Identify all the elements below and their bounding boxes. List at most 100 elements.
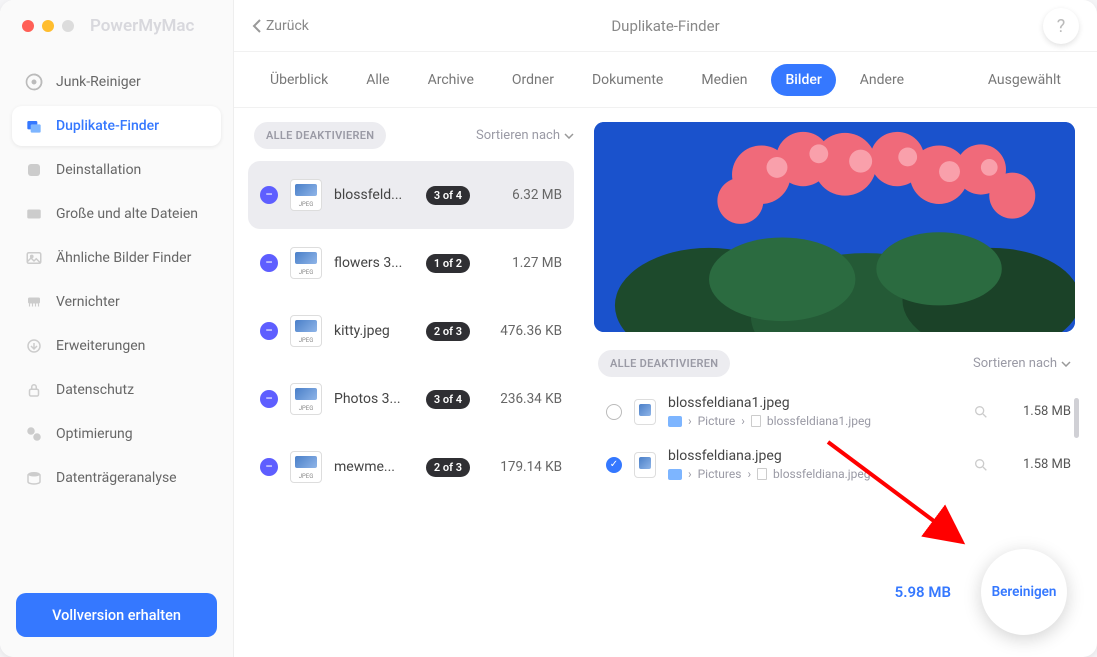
group-size: 476.36 KB <box>482 323 562 339</box>
optimize-icon <box>24 424 44 444</box>
deselect-icon[interactable]: − <box>260 458 278 476</box>
disk-icon <box>24 468 44 488</box>
count-badge: 3 of 4 <box>426 186 470 205</box>
sort-button[interactable]: Sortieren nach <box>973 356 1071 371</box>
group-size: 179.14 KB <box>482 459 562 475</box>
file-name: blossfeldiana1.jpeg <box>668 395 961 411</box>
back-label: Zurück <box>266 18 309 34</box>
jpeg-thumb-icon: JPEG <box>290 383 322 415</box>
jpeg-thumb-icon: JPEG <box>290 451 322 483</box>
sidebar: PowerMyMac Junk-Reiniger Duplikate-Finde… <box>0 0 234 657</box>
help-button[interactable]: ? <box>1043 8 1079 44</box>
total-size: 5.98 MB <box>895 583 951 601</box>
sidebar-nav: Junk-Reiniger Duplikate-Finder Deinstall… <box>0 52 233 581</box>
extensions-icon <box>24 336 44 356</box>
group-name: flowers 3... <box>334 255 414 271</box>
image-preview <box>594 122 1075 332</box>
page-title: Duplikate-Finder <box>234 17 1097 35</box>
chevron-down-icon <box>1061 361 1071 367</box>
file-checkbox[interactable] <box>606 404 622 420</box>
tab-media[interactable]: Medien <box>687 64 761 96</box>
reveal-icon[interactable] <box>973 404 989 420</box>
file-path: › Picture › blossfeldiana1.jpeg <box>668 414 961 428</box>
deselect-all-button[interactable]: ALLE DEAKTIVIEREN <box>254 122 386 149</box>
file-checkbox[interactable] <box>606 457 622 473</box>
file-row[interactable]: blossfeldiana.jpeg › Pictures › blossfel… <box>594 438 1075 491</box>
tab-all[interactable]: Alle <box>352 64 403 96</box>
chevron-left-icon <box>252 19 262 33</box>
group-size: 236.34 KB <box>482 391 562 407</box>
full-version-button[interactable]: Vollversion erhalten <box>16 593 217 637</box>
minimize-icon[interactable] <box>42 20 54 32</box>
duplicate-group-list[interactable]: − JPEG blossfeld... 3 of 4 6.32 MB − JPE… <box>248 161 580 643</box>
sidebar-item-label: Duplikate-Finder <box>56 118 159 134</box>
sidebar-item-uninstall[interactable]: Deinstallation <box>12 150 221 190</box>
folder-icon <box>668 416 682 427</box>
sidebar-item-label: Datenträgeranalyse <box>56 470 177 486</box>
duplicate-group-row[interactable]: − JPEG kitty.jpeg 2 of 3 476.36 KB <box>248 297 574 365</box>
close-icon[interactable] <box>22 20 34 32</box>
sidebar-item-label: Optimierung <box>56 426 133 442</box>
file-path: › Pictures › blossfeldiana.jpeg <box>668 467 961 481</box>
tab-folders[interactable]: Ordner <box>498 64 568 96</box>
deselect-icon[interactable]: − <box>260 322 278 340</box>
count-badge: 1 of 2 <box>426 254 470 273</box>
image-icon <box>24 248 44 268</box>
tab-overview[interactable]: Überblick <box>256 64 342 96</box>
sidebar-item-shredder[interactable]: Vernichter <box>12 282 221 322</box>
sidebar-item-privacy[interactable]: Datenschutz <box>12 370 221 410</box>
sidebar-item-large-files[interactable]: Große und alte Dateien <box>12 194 221 234</box>
count-badge: 2 of 3 <box>426 458 470 477</box>
lock-icon <box>24 380 44 400</box>
uninstall-icon <box>24 160 44 180</box>
scrollbar-thumb[interactable] <box>1074 398 1079 438</box>
tab-documents[interactable]: Dokumente <box>578 64 677 96</box>
sidebar-item-disk[interactable]: Datenträgeranalyse <box>12 458 221 498</box>
count-badge: 2 of 3 <box>426 322 470 341</box>
deselect-icon[interactable]: − <box>260 254 278 272</box>
duplicate-group-row[interactable]: − JPEG blossfeld... 3 of 4 6.32 MB <box>248 161 574 229</box>
tab-other[interactable]: Andere <box>846 64 918 96</box>
deselect-icon[interactable]: − <box>260 390 278 408</box>
junk-icon <box>24 72 44 92</box>
window-controls: PowerMyMac <box>0 0 233 52</box>
group-size: 6.32 MB <box>482 187 562 203</box>
sidebar-item-duplicates[interactable]: Duplikate-Finder <box>12 106 221 146</box>
deselect-all-button[interactable]: ALLE DEAKTIVIEREN <box>598 350 730 377</box>
duplicate-icon <box>24 116 44 136</box>
file-size: 1.58 MB <box>1001 457 1071 472</box>
tab-selected[interactable]: Ausgewählt <box>974 64 1075 96</box>
maximize-icon <box>62 20 74 32</box>
back-button[interactable]: Zurück <box>234 18 309 34</box>
deselect-icon[interactable]: − <box>260 186 278 204</box>
file-icon <box>751 415 761 427</box>
tab-images[interactable]: Bilder <box>771 64 835 96</box>
sidebar-item-similar-images[interactable]: Ähnliche Bilder Finder <box>12 238 221 278</box>
sidebar-item-extensions[interactable]: Erweiterungen <box>12 326 221 366</box>
group-name: kitty.jpeg <box>334 323 414 339</box>
sort-button[interactable]: Sortieren nach <box>476 128 574 143</box>
file-row[interactable]: blossfeldiana1.jpeg › Picture › blossfel… <box>594 385 1075 438</box>
main-content: Zurück Duplikate-Finder ? Überblick Alle… <box>234 0 1097 657</box>
duplicate-group-row[interactable]: − JPEG mewme... 2 of 3 179.14 KB <box>248 433 574 501</box>
duplicate-group-row[interactable]: − JPEG Photos 3... 3 of 4 236.34 KB <box>248 365 574 433</box>
sidebar-item-junk[interactable]: Junk-Reiniger <box>12 62 221 102</box>
count-badge: 3 of 4 <box>426 390 470 409</box>
duplicate-group-row[interactable]: − JPEG flowers 3... 1 of 2 1.27 MB <box>248 229 574 297</box>
tab-archives[interactable]: Archive <box>414 64 488 96</box>
group-size: 1.27 MB <box>482 255 562 271</box>
jpeg-thumb-icon <box>634 399 656 425</box>
header: Zurück Duplikate-Finder ? <box>234 0 1097 52</box>
app-title: PowerMyMac <box>90 16 194 36</box>
group-name: blossfeld... <box>334 187 414 203</box>
clean-button[interactable]: Bereinigen <box>981 549 1067 635</box>
reveal-icon[interactable] <box>973 457 989 473</box>
file-size: 1.58 MB <box>1001 404 1071 419</box>
duplicate-groups-panel: ALLE DEAKTIVIEREN Sortieren nach − JPEG … <box>234 108 586 657</box>
file-icon <box>757 468 767 480</box>
sidebar-item-label: Große und alte Dateien <box>56 206 198 222</box>
jpeg-thumb-icon: JPEG <box>290 247 322 279</box>
jpeg-thumb-icon <box>634 452 656 478</box>
file-name: blossfeldiana.jpeg <box>668 448 961 464</box>
sidebar-item-optimize[interactable]: Optimierung <box>12 414 221 454</box>
